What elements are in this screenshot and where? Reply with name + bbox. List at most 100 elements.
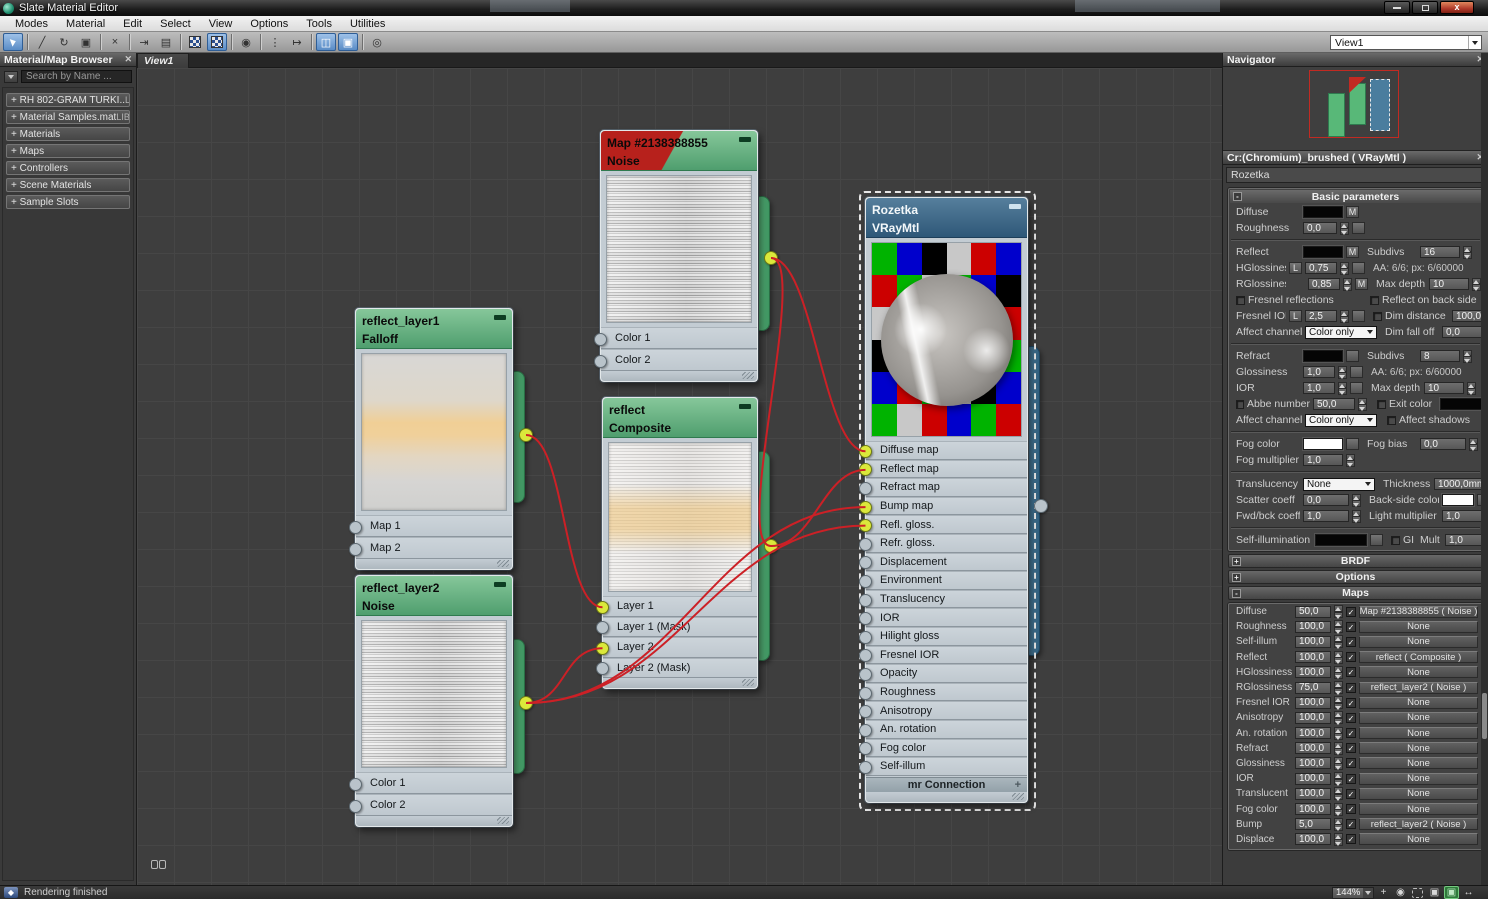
small-button[interactable] (1352, 222, 1365, 234)
map-amount-field[interactable]: 100,0 (1295, 833, 1331, 846)
checkbox[interactable]: Dim distance (1373, 310, 1449, 322)
spin-down-icon[interactable] (1352, 516, 1361, 523)
map-enabled-checkbox[interactable]: ✓ (1346, 819, 1356, 830)
map-slot-button[interactable]: reflect_layer2 ( Noise ) (1359, 681, 1478, 694)
map-enabled-checkbox[interactable]: ✓ (1346, 788, 1356, 799)
input-socket[interactable] (859, 742, 872, 756)
layout-children-icon[interactable]: ▣ (338, 33, 358, 51)
map-enabled-checkbox[interactable]: ✓ (1346, 834, 1356, 845)
collapse-icon[interactable] (739, 137, 751, 142)
spinner[interactable] (1334, 635, 1343, 649)
input-socket[interactable] (859, 444, 872, 458)
map-enabled-checkbox[interactable]: ✓ (1346, 606, 1356, 617)
input-socket[interactable] (859, 593, 872, 607)
pan-view-icon[interactable]: ↔ (1461, 886, 1476, 899)
spin-down-icon[interactable] (1334, 611, 1343, 619)
small-button[interactable]: M (1355, 278, 1368, 290)
input-socket[interactable] (349, 777, 362, 791)
value-field[interactable]: 0,0 (1303, 494, 1349, 506)
input-socket[interactable] (594, 332, 607, 346)
node-slot[interactable]: Refr. gloss. (859, 533, 1027, 553)
value-field[interactable]: 0,0 (1420, 438, 1466, 450)
node-slot[interactable]: Color 1 (349, 772, 512, 794)
move-children-icon[interactable]: ⇥ (134, 33, 154, 51)
browser-item[interactable]: + Material Samples.mat LIB (6, 110, 130, 124)
input-socket[interactable] (859, 537, 872, 551)
input-socket[interactable] (859, 574, 872, 588)
spin-down-icon[interactable] (1340, 228, 1349, 235)
spinner[interactable] (1338, 381, 1347, 395)
map-enabled-checkbox[interactable]: ✓ (1346, 773, 1356, 784)
node-slot[interactable]: Reflect map (859, 459, 1027, 479)
checkbox-box[interactable] (1373, 311, 1382, 321)
node-slot[interactable]: Displacement (859, 552, 1027, 572)
spinner[interactable] (1334, 802, 1343, 816)
mr-connection-bar[interactable]: mr Connection + (866, 776, 1027, 792)
output-socket[interactable] (1034, 499, 1048, 513)
node-slot[interactable]: Layer 2 (Mask) (596, 657, 757, 678)
input-socket[interactable] (594, 354, 607, 368)
input-socket[interactable] (859, 500, 872, 514)
close-button[interactable]: x (1440, 1, 1474, 14)
scrollbar-thumb[interactable] (1482, 693, 1487, 739)
chevron-down-icon[interactable] (1468, 36, 1481, 49)
filter-icon[interactable] (4, 70, 18, 83)
spinner[interactable] (1338, 365, 1347, 379)
browser-item[interactable]: + Materials (6, 127, 130, 141)
input-socket[interactable] (596, 621, 609, 635)
select-tool[interactable] (3, 33, 23, 51)
spinner[interactable] (1334, 772, 1343, 786)
rollout-maps[interactable]: - Maps (1228, 586, 1483, 600)
menu-modes[interactable]: Modes (6, 18, 57, 30)
menu-edit[interactable]: Edit (114, 18, 151, 30)
value-field[interactable]: 50,0 (1313, 398, 1355, 410)
value-field[interactable]: 1,0 (1303, 382, 1335, 394)
spin-down-icon[interactable] (1338, 372, 1347, 379)
map-amount-field[interactable]: 100,0 (1295, 803, 1331, 816)
map-enabled-checkbox[interactable]: ✓ (1346, 621, 1356, 632)
small-button[interactable]: L (1289, 262, 1302, 274)
spin-down-icon[interactable] (1334, 793, 1343, 801)
chevron-down-icon[interactable] (1363, 887, 1373, 898)
small-button[interactable]: M (1346, 246, 1359, 258)
menu-utilities[interactable]: Utilities (341, 18, 394, 30)
navigator-view-rect[interactable] (1309, 70, 1399, 138)
spinner[interactable] (1346, 453, 1355, 467)
spin-down-icon[interactable] (1334, 778, 1343, 786)
layout-all-vertical-icon[interactable]: ◫ (316, 33, 336, 51)
node-slot[interactable]: Opacity (859, 664, 1027, 683)
checkbox[interactable]: GI (1391, 534, 1417, 546)
options-dots-icon[interactable]: ⋮ (265, 33, 285, 51)
spin-down-icon[interactable] (1334, 641, 1343, 649)
dropdown[interactable]: Color only (1305, 413, 1377, 427)
map-amount-field[interactable]: 100,0 (1295, 742, 1331, 755)
node-slot[interactable]: Color 2 (594, 349, 757, 371)
spinner[interactable] (1334, 681, 1343, 695)
spinner[interactable] (1472, 277, 1481, 291)
spin-down-icon[interactable] (1340, 268, 1349, 275)
small-button[interactable] (1352, 310, 1365, 322)
node-slot[interactable]: IOR (859, 608, 1027, 627)
checkbox[interactable]: Fresnel reflections (1236, 294, 1354, 306)
map-amount-field[interactable]: 100,0 (1295, 635, 1331, 648)
small-button[interactable] (1346, 438, 1359, 450)
spin-down-icon[interactable] (1334, 748, 1343, 755)
rollout-title[interactable]: - Basic parameters (1230, 190, 1481, 203)
output-socket[interactable] (519, 428, 533, 442)
spin-down-icon[interactable] (1334, 824, 1343, 831)
browser-header[interactable]: Material/Map Browser ✕ (0, 53, 136, 67)
rollout-brdf[interactable]: + BRDF (1228, 554, 1483, 568)
spinner[interactable] (1334, 665, 1343, 679)
spin-down-icon[interactable] (1334, 717, 1343, 725)
checkbox[interactable]: Abbe number (1236, 398, 1310, 410)
collapse-icon[interactable] (494, 315, 506, 320)
put-to-library-icon[interactable]: ▤ (156, 33, 176, 51)
map-amount-field[interactable]: 50,0 (1295, 605, 1331, 618)
show-map-in-viewport-icon[interactable] (185, 33, 205, 51)
input-socket[interactable] (859, 667, 872, 681)
input-socket[interactable] (859, 760, 872, 774)
collapse-icon[interactable] (1009, 204, 1021, 209)
small-button[interactable] (1370, 534, 1383, 546)
spin-down-icon[interactable] (1467, 388, 1476, 395)
node-slot[interactable]: Map 2 (349, 537, 512, 559)
